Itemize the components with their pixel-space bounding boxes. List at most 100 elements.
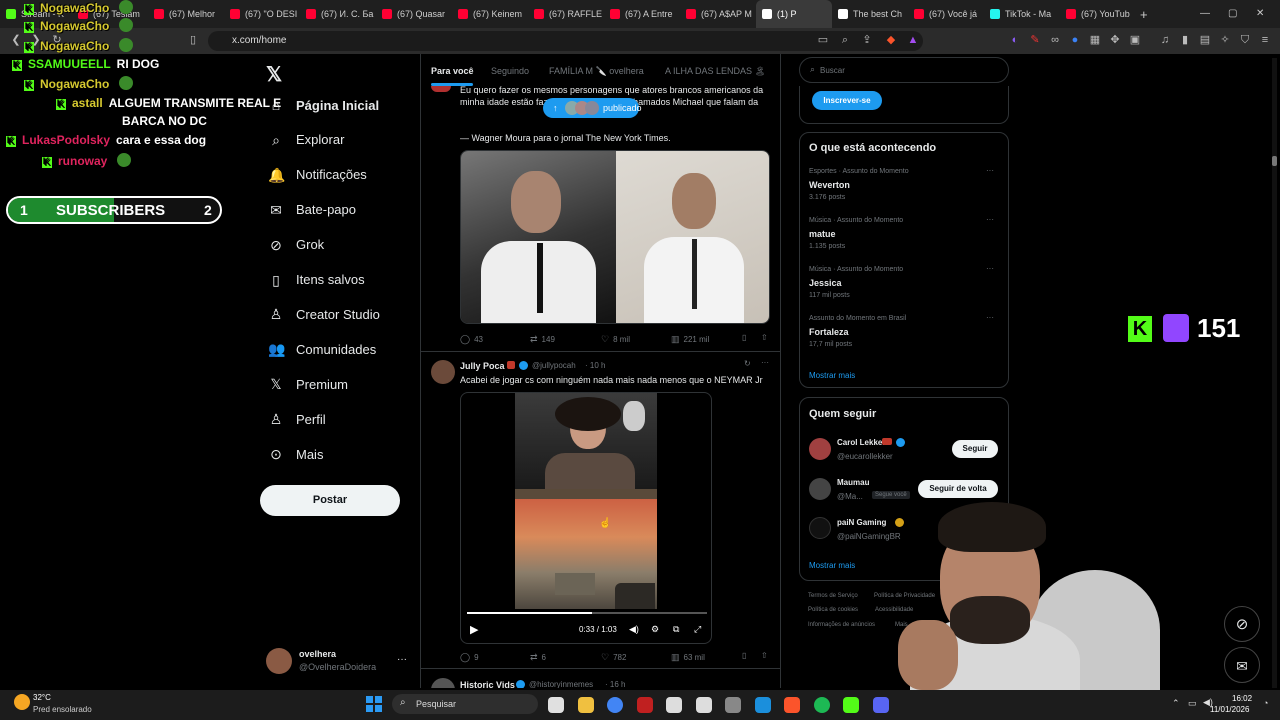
close-icon[interactable]: ✕ xyxy=(1256,8,1264,19)
browser-tab[interactable]: (67) Quasar xyxy=(376,0,452,28)
nav-item-creator-studio[interactable]: ♙ Creator Studio xyxy=(268,306,380,322)
tab-para-voce[interactable]: Para você xyxy=(431,66,474,76)
more-icon[interactable]: ··· xyxy=(986,166,994,175)
obs-icon[interactable] xyxy=(666,697,682,713)
tweet-author[interactable]: Jully Poca xyxy=(460,361,505,371)
trend-name[interactable]: Fortaleza xyxy=(809,327,849,337)
browser-tab[interactable]: (67) Melhor xyxy=(148,0,224,28)
network-icon[interactable]: ▭ xyxy=(1188,698,1197,709)
avatar[interactable] xyxy=(809,438,831,460)
file-explorer-icon[interactable] xyxy=(577,697,594,713)
clock-time[interactable]: 16:02 xyxy=(1232,694,1252,703)
trends-show-more[interactable]: Mostrar mais xyxy=(809,371,855,380)
zoom-icon[interactable]: ⌕ xyxy=(838,33,852,47)
nav-item-grok[interactable]: ⊘ Grok xyxy=(268,237,324,253)
grok-icon[interactable]: ↻ xyxy=(744,359,751,368)
task-view-icon[interactable] xyxy=(548,697,564,713)
account-name[interactable]: ovelhera xyxy=(299,649,336,659)
brave-shield-icon[interactable]: ◆ xyxy=(884,33,898,47)
account-menu-icon[interactable]: ··· xyxy=(397,654,407,665)
scrollbar-thumb[interactable] xyxy=(1272,156,1277,166)
more-icon[interactable]: ··· xyxy=(761,358,769,367)
tab-list-ilha[interactable]: A ILHA DAS LENDAS 🏝 xyxy=(665,66,766,77)
avatar[interactable] xyxy=(266,648,292,674)
footer-link[interactable]: Informações de anúncios xyxy=(808,622,875,628)
footer-link[interactable]: Política de cookies xyxy=(808,607,858,613)
nav-item-bookmarks[interactable]: ▯ Itens salvos xyxy=(268,272,365,288)
nav-item-premium[interactable]: 𝕏 Premium xyxy=(268,376,348,392)
bookmark-icon[interactable]: ▯ xyxy=(742,651,746,660)
chrome-icon[interactable] xyxy=(607,697,623,713)
browser-tab[interactable]: The best Ch xyxy=(832,0,908,28)
extension-icon[interactable]: ▦ xyxy=(1088,33,1102,47)
extension-icon[interactable]: ✎ xyxy=(1028,33,1042,47)
discord-icon[interactable] xyxy=(872,697,889,713)
pip-icon[interactable]: ⧉ xyxy=(673,624,679,635)
new-tab-button[interactable]: + xyxy=(1134,0,1154,28)
x-logo-icon[interactable]: 𝕏 xyxy=(266,62,282,87)
browser-tab[interactable]: (67) И. С. Ба xyxy=(300,0,376,28)
avatar[interactable] xyxy=(431,360,455,384)
nav-item-communities[interactable]: 👥 Comunidades xyxy=(268,341,376,357)
trend-name[interactable]: Jessica xyxy=(809,278,842,288)
share-icon[interactable]: ⇧ xyxy=(761,651,768,660)
maximize-icon[interactable]: ▢ xyxy=(1228,8,1237,19)
nav-item-more[interactable]: ⊙ Mais xyxy=(268,446,323,462)
bookmark-icon[interactable]: ▯ xyxy=(742,333,746,342)
share-icon[interactable]: ⇧ xyxy=(761,333,768,342)
tweet-time[interactable]: · 10 h xyxy=(585,361,605,370)
tab-list-familia[interactable]: FAMÍLIA M 🔪 ovelhera xyxy=(549,66,644,77)
fullscreen-icon[interactable]: ⤢ xyxy=(694,624,701,635)
browser-tab[interactable]: (67) RAFFLE xyxy=(528,0,604,28)
media-icon[interactable]: ♫ xyxy=(1158,33,1172,47)
browser-tab[interactable]: (67) YouTub xyxy=(1060,0,1134,28)
browser-tab[interactable]: (67) Você já xyxy=(908,0,984,28)
wallet-icon[interactable]: ▤ xyxy=(1198,33,1212,47)
app-icon[interactable] xyxy=(725,697,741,713)
post-button[interactable]: Postar xyxy=(260,485,400,516)
puzzle-icon[interactable]: ✥ xyxy=(1108,33,1122,47)
trend-name[interactable]: matue xyxy=(809,229,836,239)
footer-link[interactable]: Termos de Serviço xyxy=(808,593,858,599)
app-icon[interactable] xyxy=(695,697,712,713)
nav-item-chat[interactable]: ✉ Bate-papo xyxy=(268,202,356,218)
video-progress-track[interactable] xyxy=(467,612,707,614)
screen-icon[interactable]: ▭ xyxy=(816,33,830,47)
spotify-icon[interactable] xyxy=(813,697,830,713)
views-action[interactable]: ▥ 221 mil xyxy=(671,334,709,345)
tweet-handle[interactable]: @jullypocah xyxy=(532,361,576,370)
more-icon[interactable]: ··· xyxy=(986,313,994,322)
search-input[interactable]: ⌕ Buscar xyxy=(799,57,1009,83)
reply-action[interactable]: ◯ 43 xyxy=(460,334,483,345)
avatar[interactable] xyxy=(431,678,455,688)
follow-name[interactable]: Carol Lekker xyxy=(837,438,885,447)
follow-name[interactable]: Maumau xyxy=(837,478,869,487)
opera-icon[interactable] xyxy=(636,697,653,713)
browser-tab[interactable]: (67) A Entre xyxy=(604,0,680,28)
minimize-icon[interactable]: — xyxy=(1200,8,1210,19)
settings-icon[interactable]: ⚙ xyxy=(651,624,659,635)
follow-show-more[interactable]: Mostrar mais xyxy=(809,561,855,570)
trend-name[interactable]: Weverton xyxy=(809,180,850,190)
nav-item-notifications[interactable]: 🔔 Notificações xyxy=(268,167,367,183)
tweet-author[interactable]: Historic Vids xyxy=(460,680,515,688)
brave-icon[interactable] xyxy=(784,697,800,713)
steam-icon[interactable] xyxy=(754,697,771,713)
new-posts-pill[interactable]: ↑ publicado xyxy=(543,98,642,118)
vpn-icon[interactable]: ⛉ xyxy=(1238,33,1252,47)
screenshot-icon[interactable]: ▣ xyxy=(1128,33,1142,47)
avatar[interactable] xyxy=(809,478,831,500)
subscribe-button[interactable]: Inscrever-se xyxy=(812,91,882,110)
kick-icon[interactable] xyxy=(843,697,859,713)
follow-name[interactable]: paiN Gaming xyxy=(837,518,886,527)
bookmark-icon[interactable]: ▯ xyxy=(186,33,200,47)
nav-item-explore[interactable]: ⌕ Explorar xyxy=(268,132,344,148)
grok-button[interactable]: ⊘ xyxy=(1224,606,1260,642)
browser-tab[interactable]: (1) P xyxy=(756,0,832,28)
share-icon[interactable]: ⇪ xyxy=(860,33,874,47)
taskbar-search[interactable]: ⌕ Pesquisar xyxy=(392,694,538,714)
play-icon[interactable]: ▶ xyxy=(470,623,478,636)
extension-icon[interactable]: ◐ xyxy=(1008,33,1022,47)
browser-tab[interactable]: TikTok - Ma xyxy=(984,0,1060,28)
tab-seguindo[interactable]: Seguindo xyxy=(491,66,529,76)
